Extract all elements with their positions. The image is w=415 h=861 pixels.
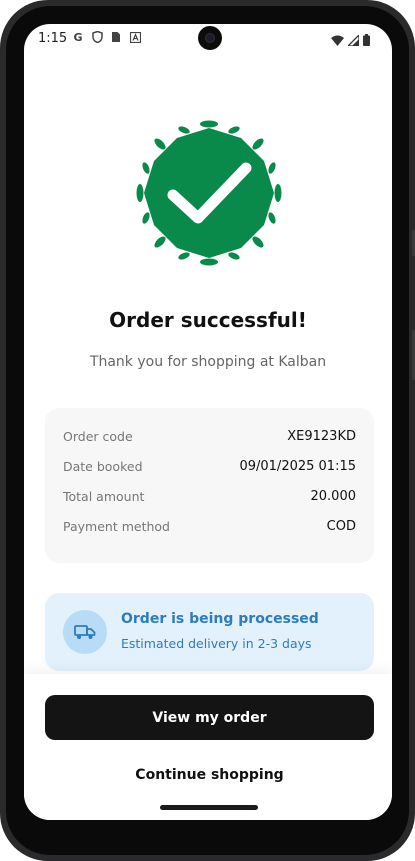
detail-value: 20.000 xyxy=(310,488,357,504)
detail-row-payment-method: Payment method COD xyxy=(63,516,356,536)
google-icon: G xyxy=(73,30,83,44)
detail-row-total-amount: Total amount 20.000 xyxy=(63,486,356,506)
status-time: 1:15 xyxy=(38,31,68,46)
detail-value: COD xyxy=(326,518,356,534)
processing-subtitle: Estimated delivery in 2-3 days xyxy=(121,636,312,651)
detail-row-order-code: Order code XE9123KD xyxy=(63,426,356,446)
order-details-card: Order code XE9123KD Date booked 09/01/20… xyxy=(45,408,374,563)
detail-value: 09/01/2025 01:15 xyxy=(239,458,356,474)
camera-cutout xyxy=(198,26,222,50)
home-indicator[interactable] xyxy=(160,805,258,810)
view-my-order-button[interactable]: View my order xyxy=(45,695,374,740)
page-title: Order successful! xyxy=(109,308,307,332)
detail-row-date-booked: Date booked 09/01/2025 01:15 xyxy=(63,456,356,476)
detail-label: Date booked xyxy=(63,458,143,474)
device-frame: 1:15 G Order successful! Thank you for s… xyxy=(0,0,415,861)
processing-status-card: Order is being processed Estimated deliv… xyxy=(45,593,374,671)
screen: 1:15 G Order successful! Thank you for s… xyxy=(24,24,392,820)
detail-label: Order code xyxy=(63,428,133,444)
wifi-icon xyxy=(331,31,344,50)
battery-icon xyxy=(363,31,370,50)
shield-icon xyxy=(91,31,103,43)
detail-label: Payment method xyxy=(63,518,170,534)
detail-label: Total amount xyxy=(63,488,145,504)
status-icons-left: G xyxy=(72,30,141,44)
sim-icon xyxy=(110,31,122,43)
status-icons-right xyxy=(331,31,370,50)
detail-value: XE9123KD xyxy=(287,428,356,444)
signal-icon xyxy=(346,31,360,50)
processing-title: Order is being processed xyxy=(121,611,319,627)
status-bar: 1:15 G xyxy=(24,24,392,54)
page-subtitle: Thank you for shopping at Kalban xyxy=(89,354,327,370)
bottom-action-panel: View my order Continue shopping xyxy=(24,674,392,820)
a-icon xyxy=(129,31,141,43)
truck-icon xyxy=(63,610,107,654)
checkmark-badge-icon xyxy=(136,120,282,266)
continue-shopping-button[interactable]: Continue shopping xyxy=(45,760,374,790)
